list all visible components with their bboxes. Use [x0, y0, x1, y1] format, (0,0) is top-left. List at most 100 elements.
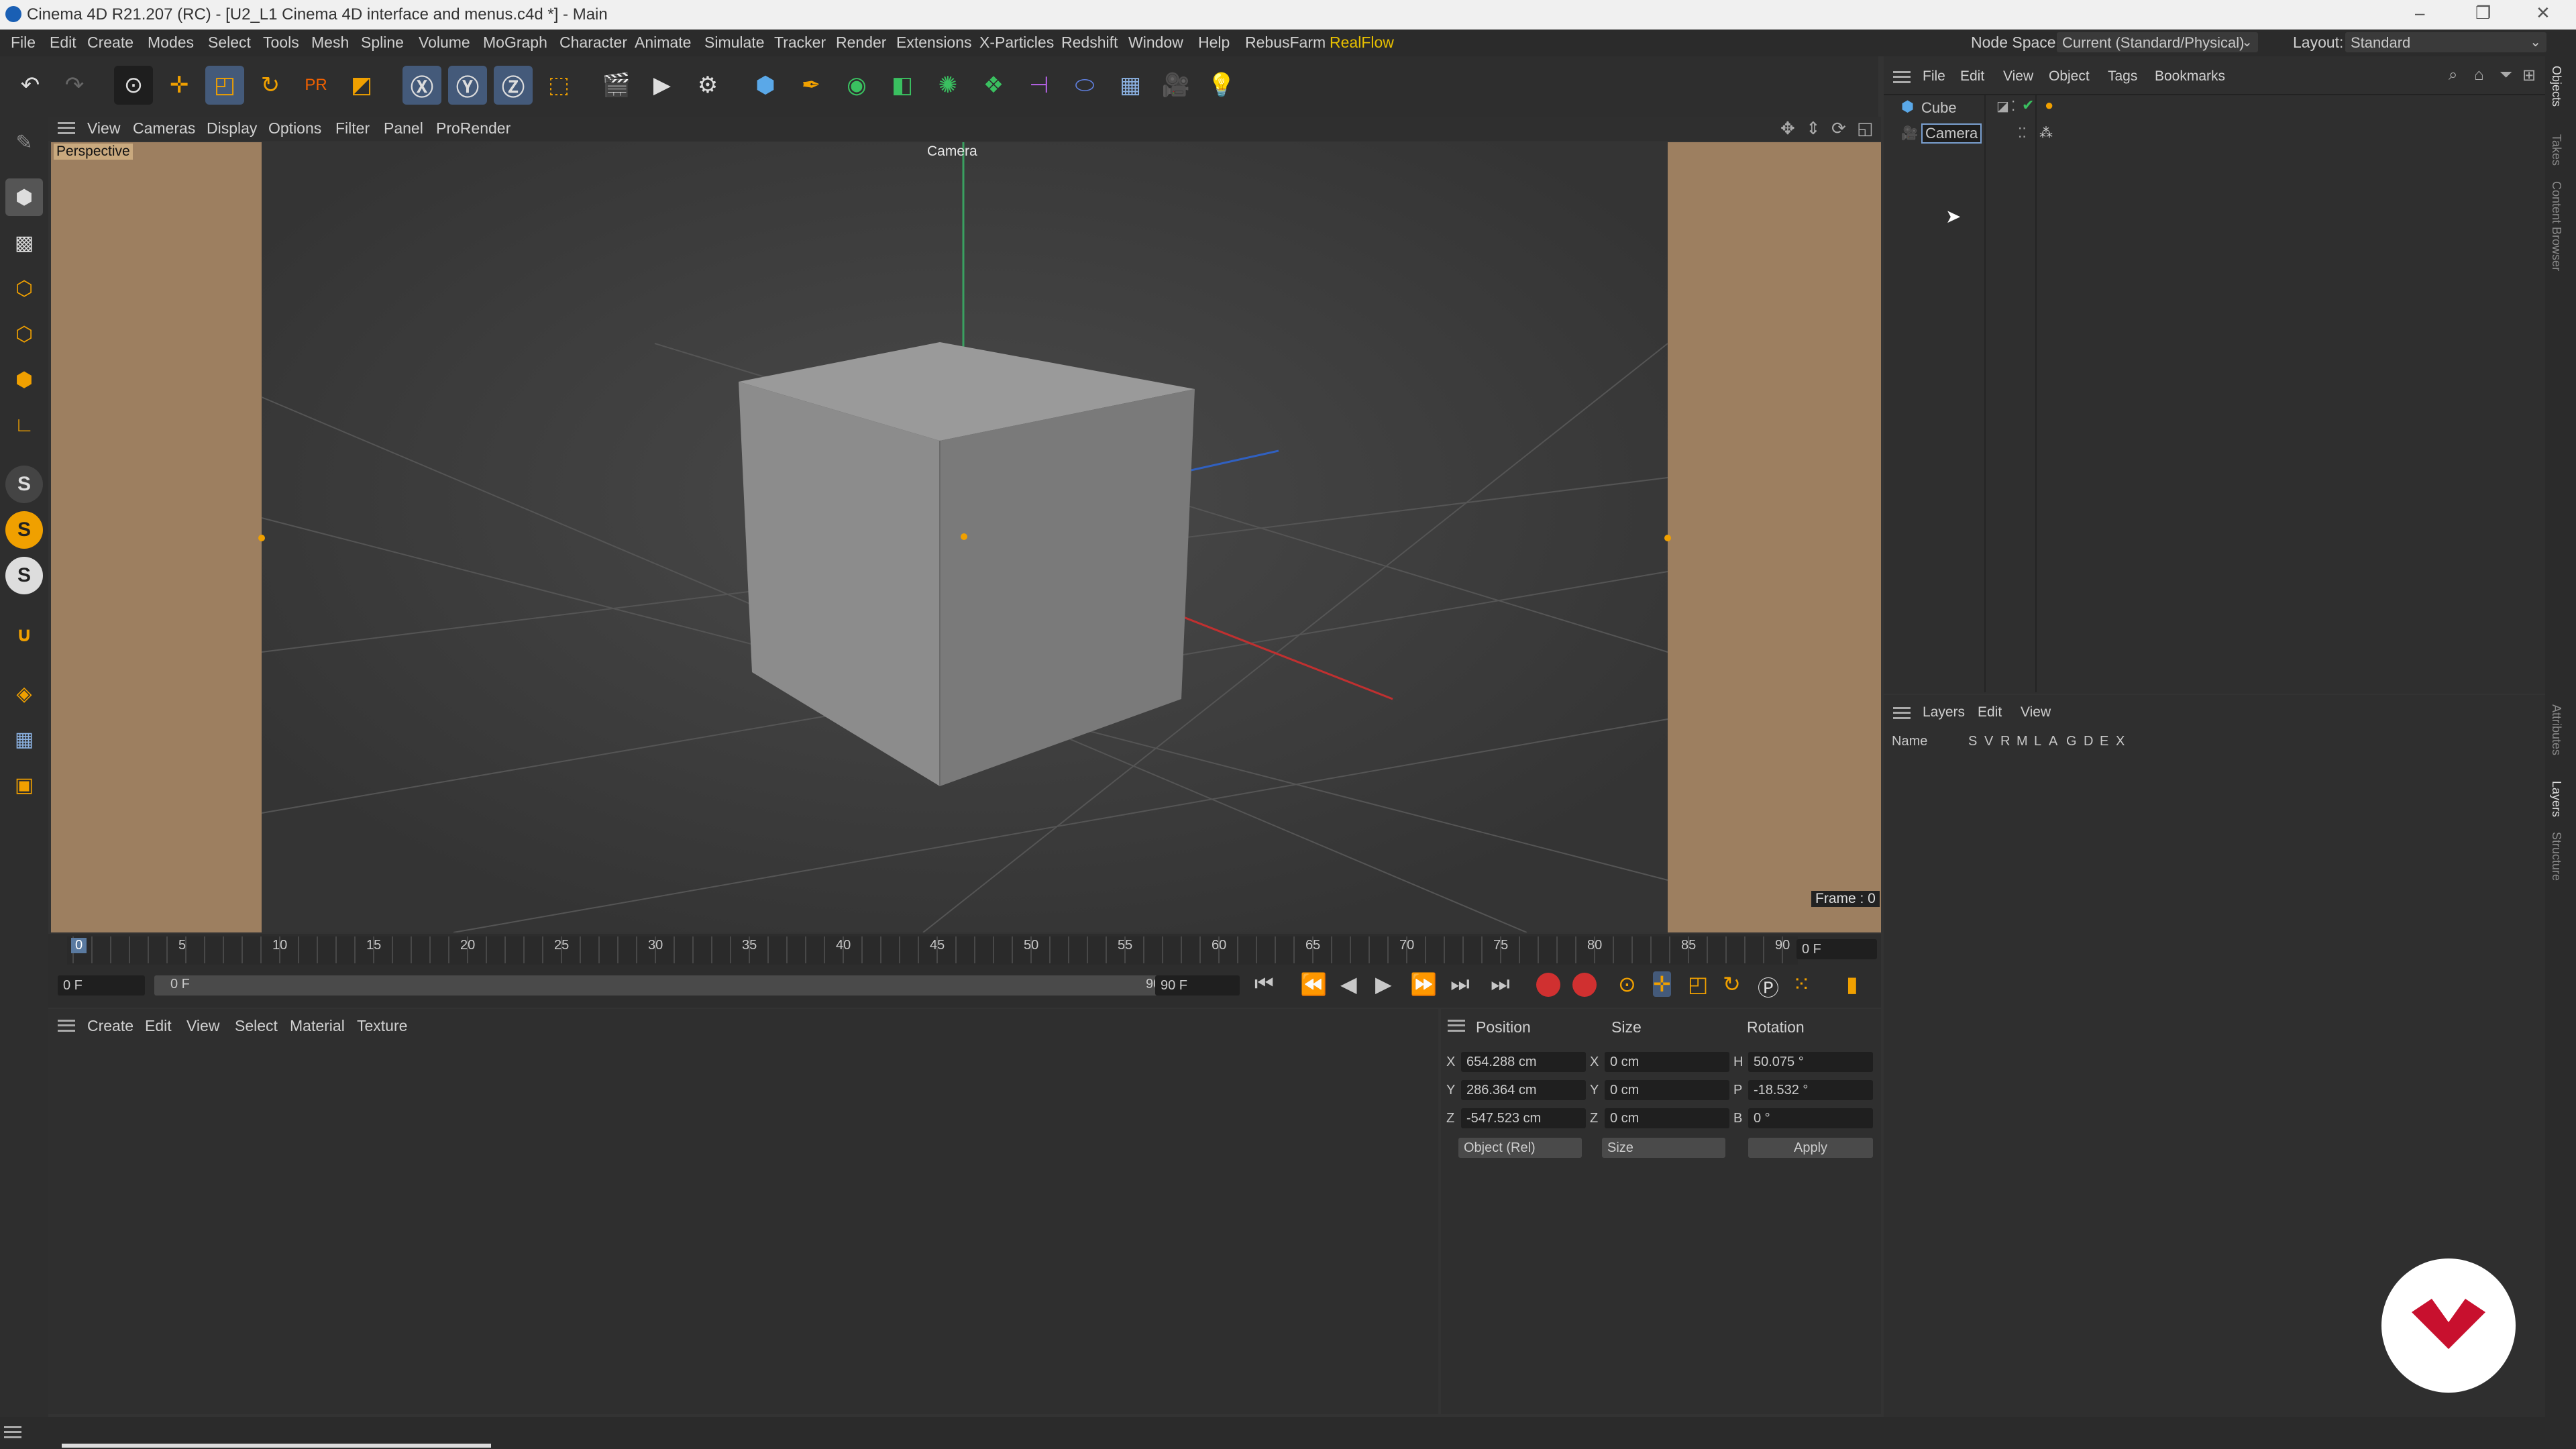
- next-frame-icon[interactable]: ⏩: [1410, 971, 1437, 997]
- menu-rebusfarm[interactable]: RebusFarm: [1245, 34, 1326, 52]
- menu-help[interactable]: Help: [1198, 34, 1230, 52]
- search-icon[interactable]: ⌕: [2449, 66, 2457, 85]
- play-icon[interactable]: ▶: [1375, 971, 1392, 997]
- extrude-icon[interactable]: ◧: [883, 66, 922, 105]
- viewport-menu-view[interactable]: View: [87, 119, 120, 138]
- size-z-field[interactable]: 0 cm: [1605, 1108, 1729, 1128]
- menu-volume[interactable]: Volume: [419, 34, 470, 52]
- size-mode-dropdown[interactable]: Size: [1602, 1138, 1725, 1158]
- point-level-animation-icon[interactable]: ⁙: [1792, 971, 1811, 997]
- menu-tools[interactable]: Tools: [263, 34, 299, 52]
- viewport-menu-panel[interactable]: Panel: [384, 119, 423, 138]
- position-key-icon[interactable]: ✛: [1653, 971, 1671, 997]
- object-name-camera-edit[interactable]: Camera: [1921, 123, 1982, 144]
- timeline-ruler[interactable]: 0 5 10 15 20 25 30 35 40 45 50 55 60 65 …: [67, 936, 1798, 965]
- move-select-tool-icon[interactable]: ⊙: [114, 66, 153, 105]
- viewport-maximize-icon[interactable]: ◱: [1857, 118, 1874, 139]
- transform-tool-icon[interactable]: ◩: [342, 66, 381, 105]
- material-menu-create[interactable]: Create: [87, 1017, 133, 1035]
- status-hamburger-icon[interactable]: [4, 1426, 21, 1438]
- solo-icon[interactable]: S: [5, 466, 43, 503]
- camera-visibility-icon[interactable]: ⁚⁚: [2018, 125, 2027, 142]
- menu-spline[interactable]: Spline: [361, 34, 404, 52]
- object-menu-object[interactable]: Object: [2049, 68, 2090, 85]
- polygons-mode-icon[interactable]: ⬢: [5, 361, 43, 398]
- render-to-picture-viewer-icon[interactable]: ▶: [643, 66, 682, 105]
- menu-window[interactable]: Window: [1128, 34, 1183, 52]
- viewport-menu-cameras[interactable]: Cameras: [133, 119, 195, 138]
- object-menu-view[interactable]: View: [2003, 68, 2033, 85]
- object-menu-bookmarks[interactable]: Bookmarks: [2155, 68, 2225, 85]
- object-menu-file[interactable]: File: [1923, 68, 1945, 85]
- snap-icon[interactable]: ∪: [5, 616, 43, 653]
- tab-structure[interactable]: Structure: [2549, 832, 2563, 881]
- enabled-check-icon[interactable]: ✔: [2022, 97, 2034, 114]
- viewport-pan-icon[interactable]: ✥: [1780, 118, 1795, 139]
- safe-frame-handle-left[interactable]: [258, 535, 265, 541]
- apply-button[interactable]: Apply: [1748, 1138, 1873, 1158]
- redo-icon[interactable]: ↷: [55, 66, 94, 105]
- filter-icon[interactable]: ⏷: [2500, 66, 2512, 85]
- coordinate-mode-dropdown[interactable]: Object (Rel): [1458, 1138, 1582, 1158]
- workplane-icon[interactable]: ◈: [5, 675, 43, 712]
- position-z-field[interactable]: -547.523 cm: [1461, 1108, 1586, 1128]
- material-menu-edit[interactable]: Edit: [145, 1017, 172, 1035]
- coordinate-system-icon[interactable]: ⬚: [539, 66, 578, 105]
- go-to-end-icon[interactable]: ⏭: [1491, 971, 1510, 997]
- menu-animate[interactable]: Animate: [635, 34, 691, 52]
- object-row-cube[interactable]: ⬢ Cube ◪ ⁚ ✔ ●: [1888, 95, 2290, 119]
- viewport-menu-display[interactable]: Display: [207, 119, 257, 138]
- menu-file[interactable]: File: [11, 34, 36, 52]
- current-frame-field[interactable]: 0 F: [1796, 939, 1877, 959]
- layers-menu-view[interactable]: View: [2021, 704, 2051, 720]
- record-active-objects-icon[interactable]: [1536, 973, 1560, 997]
- menu-modes[interactable]: Modes: [148, 34, 194, 52]
- x-axis-icon[interactable]: Ⓧ: [402, 66, 441, 105]
- size-x-field[interactable]: 0 cm: [1605, 1052, 1729, 1072]
- home-icon[interactable]: ⌂: [2474, 66, 2484, 85]
- visibility-dots-icon[interactable]: ⁚: [2011, 98, 2015, 115]
- menu-x-particles[interactable]: X-Particles: [979, 34, 1054, 52]
- render-settings-icon[interactable]: ⚙: [688, 66, 727, 105]
- light-icon[interactable]: 💡: [1202, 66, 1241, 105]
- edges-mode-icon[interactable]: ⬡: [5, 315, 43, 353]
- phong-tag-icon[interactable]: ●: [2045, 97, 2053, 114]
- axis-mode-icon[interactable]: ∟: [5, 407, 43, 444]
- layout-dropdown[interactable]: Standard ⌄: [2345, 32, 2546, 52]
- camera-icon[interactable]: 🎥: [1157, 66, 1195, 105]
- viewport-zoom-icon[interactable]: ⇕: [1806, 118, 1821, 139]
- viewport-menu-filter[interactable]: Filter: [335, 119, 370, 138]
- mograph-cloner-icon[interactable]: ✺: [928, 66, 967, 105]
- tab-layers[interactable]: Layers: [2549, 781, 2563, 817]
- layers-hamburger-icon[interactable]: [1893, 707, 1911, 719]
- z-axis-icon[interactable]: Ⓩ: [494, 66, 533, 105]
- close-icon[interactable]: ✕: [2536, 3, 2551, 23]
- rotation-key-icon[interactable]: ↻: [1723, 971, 1741, 997]
- position-y-field[interactable]: 286.364 cm: [1461, 1080, 1586, 1100]
- viewport-menu-prorender[interactable]: ProRender: [436, 119, 511, 138]
- rotation-h-field[interactable]: 50.075 °: [1748, 1052, 1873, 1072]
- menu-render[interactable]: Render: [836, 34, 886, 52]
- object-name-cube[interactable]: Cube: [1921, 99, 1957, 117]
- menu-realflow[interactable]: RealFlow: [1330, 34, 1394, 52]
- cube-axis-handle[interactable]: [961, 533, 967, 540]
- object-row-camera[interactable]: 🎥 Camera ⁚⁚ ⁂: [1888, 122, 2290, 146]
- locked-workplane-icon[interactable]: ▦: [5, 720, 43, 758]
- coord-hamburger-icon[interactable]: [1448, 1020, 1465, 1032]
- pen-spline-icon[interactable]: ✒: [792, 66, 830, 105]
- floor-icon[interactable]: ▦: [1111, 66, 1150, 105]
- recent-tools-icon[interactable]: PR: [297, 66, 335, 105]
- layer-toggle-icon[interactable]: ◪: [1996, 98, 2009, 115]
- end-frame-field[interactable]: 90 F: [1155, 975, 1240, 996]
- solo-off-icon[interactable]: S: [5, 557, 43, 594]
- material-menu-material[interactable]: Material: [290, 1017, 345, 1035]
- texture-mode-icon[interactable]: ▩: [5, 224, 43, 262]
- frame-range-slider[interactable]: 0 F 90 F: [154, 975, 1181, 996]
- tab-content-browser[interactable]: Content Browser: [2549, 181, 2563, 271]
- make-editable-icon[interactable]: ✎: [5, 123, 43, 161]
- subdivision-surface-icon[interactable]: ◉: [837, 66, 876, 105]
- size-y-field[interactable]: 0 cm: [1605, 1080, 1729, 1100]
- array-icon[interactable]: ❖: [974, 66, 1013, 105]
- tab-takes[interactable]: Takes: [2549, 134, 2563, 166]
- timeline-window-icon[interactable]: ▮: [1846, 971, 1858, 997]
